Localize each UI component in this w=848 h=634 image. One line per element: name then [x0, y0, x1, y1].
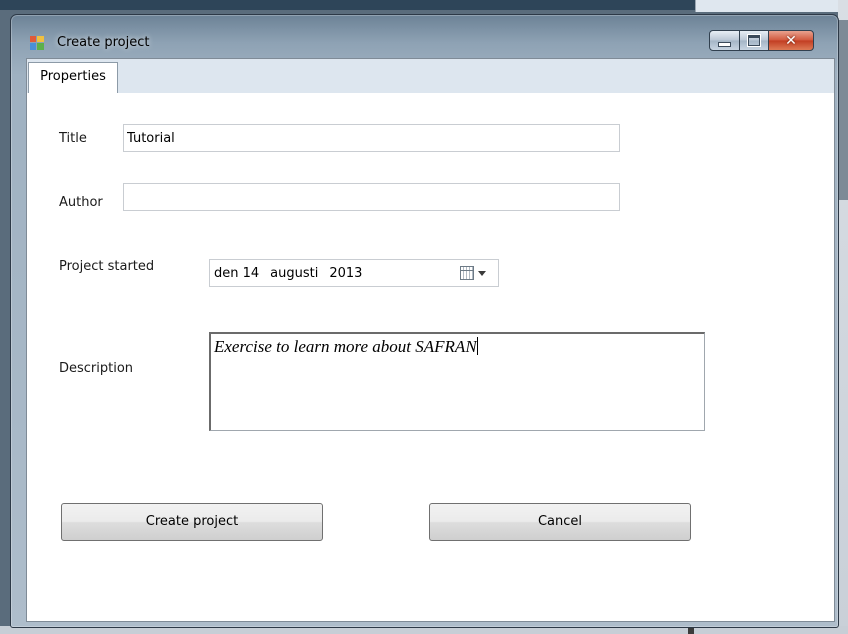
description-textarea[interactable]: Exercise to learn more about SAFRAN — [209, 332, 705, 431]
tab-strip: Properties — [27, 59, 834, 94]
minimize-button[interactable] — [709, 30, 740, 51]
create-project-button[interactable]: Create project — [61, 503, 323, 541]
author-label: Author — [59, 195, 103, 210]
date-year[interactable]: 2013 — [329, 266, 362, 281]
project-started-datepicker[interactable]: den 14 augusti 2013 — [209, 259, 499, 287]
background-right-scrollbar — [838, 20, 848, 200]
description-text: Exercise to learn more about SAFRAN — [214, 337, 477, 356]
app-icon[interactable] — [30, 36, 44, 50]
tab-properties[interactable]: Properties — [28, 62, 118, 94]
client-area: Properties Title Author Project started … — [26, 58, 835, 622]
minimize-icon — [718, 42, 731, 47]
title-label: Title — [59, 131, 87, 146]
maximize-icon — [748, 35, 760, 46]
date-month[interactable]: augusti — [270, 266, 318, 281]
author-input[interactable] — [123, 183, 620, 211]
background-window-edge — [695, 0, 848, 12]
title-input[interactable] — [123, 124, 620, 152]
close-icon: ✕ — [785, 32, 797, 49]
close-button[interactable]: ✕ — [768, 30, 814, 51]
text-caret — [476, 337, 478, 355]
date-dropdown-button[interactable] — [460, 266, 492, 280]
description-label: Description — [59, 361, 134, 376]
project-started-label: Project started — [59, 259, 155, 274]
cancel-button[interactable]: Cancel — [429, 503, 691, 541]
calendar-icon — [460, 266, 474, 280]
properties-tab-page: Title Author Project started den 14 augu… — [27, 93, 834, 621]
maximize-button[interactable] — [739, 30, 769, 51]
window-title: Create project — [57, 35, 150, 50]
chevron-down-icon — [478, 270, 486, 276]
date-day[interactable]: den 14 — [214, 266, 259, 281]
